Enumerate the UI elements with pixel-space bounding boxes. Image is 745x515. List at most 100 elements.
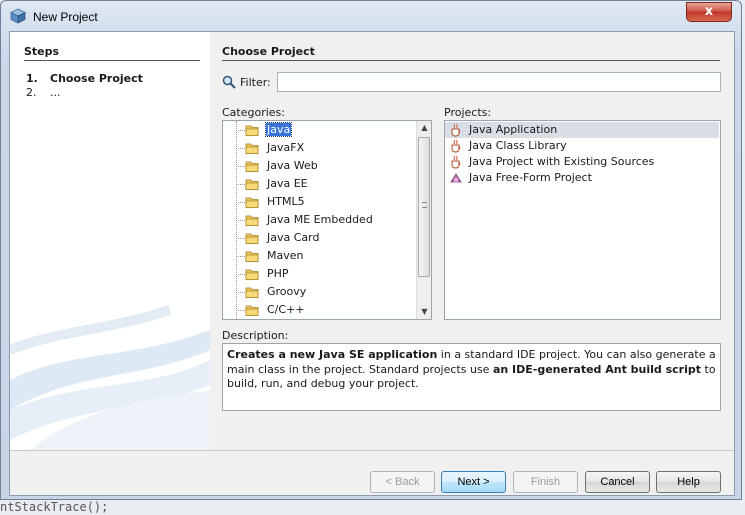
tree-branch-line — [236, 256, 245, 257]
folder-icon — [245, 197, 259, 208]
category-item[interactable]: Maven — [223, 247, 418, 265]
step-item-2: 2.... — [26, 86, 61, 99]
folder-icon — [245, 233, 259, 244]
tree-branch-line — [236, 274, 245, 275]
category-item[interactable]: JavaFX — [223, 139, 418, 157]
tree-branch-line — [236, 220, 245, 221]
title-bar[interactable]: New Project x — [1, 1, 741, 33]
step-label: ... — [50, 86, 61, 99]
category-label: HTML5 — [267, 195, 305, 208]
close-button[interactable]: x — [686, 2, 732, 22]
tree-branch-line — [236, 166, 245, 167]
window-title: New Project — [33, 10, 98, 24]
java-cup-icon — [451, 155, 461, 169]
project-item[interactable]: Java Class Library — [445, 138, 719, 154]
background-code-text: ntStackTrace(); — [0, 500, 109, 514]
folder-icon — [245, 125, 259, 136]
magnifier-icon — [222, 75, 236, 89]
project-item[interactable]: Java Free-Form Project — [445, 170, 719, 186]
java-freeform-project-icon — [450, 173, 462, 183]
folder-icon — [245, 179, 259, 190]
category-item[interactable]: Java Web — [223, 157, 418, 175]
dialog-client-area: Steps 1. Choose Project 2.... Choose Proj… — [9, 31, 735, 496]
category-label: C/C++ — [267, 303, 305, 316]
next-button[interactable]: Next > — [441, 471, 506, 493]
category-item[interactable]: Java ME Embedded — [223, 211, 418, 229]
steps-title: Steps — [24, 45, 60, 58]
category-label: Java Card — [267, 231, 320, 244]
description-bold-1: Creates a new Java SE application — [227, 348, 438, 361]
java-cup-icon — [451, 139, 461, 153]
button-bar: < Back Next > Finish Cancel Help — [10, 450, 734, 495]
scrollbar-thumb[interactable] — [418, 137, 430, 277]
projects-label: Projects: — [444, 106, 492, 119]
categories-label: Categories: — [222, 106, 285, 119]
categories-tree[interactable]: Java JavaFX Java Web Java EE HTML5 Java ME Em… — [222, 120, 432, 320]
new-project-window: New Project x Steps 1. Choose Project 2..… — [0, 0, 742, 500]
folder-icon — [245, 215, 259, 226]
step-number: 1. — [26, 72, 38, 85]
categories-scrollbar[interactable]: ▲ ▼ — [416, 121, 431, 319]
page-title: Choose Project — [222, 45, 315, 58]
step-item-choose-project: 1. Choose Project — [26, 72, 143, 85]
tree-branch-line — [236, 292, 245, 293]
folder-icon — [245, 305, 259, 316]
scroll-down-icon[interactable]: ▼ — [417, 305, 431, 319]
close-icon: x — [704, 4, 714, 19]
category-item[interactable]: PHP — [223, 265, 418, 283]
grip-icon — [422, 202, 427, 208]
step-number: 2. — [26, 86, 37, 99]
cancel-button[interactable]: Cancel — [585, 471, 650, 493]
category-label: Maven — [267, 249, 304, 262]
category-label: Java ME Embedded — [267, 213, 373, 226]
category-item[interactable]: Java Card — [223, 229, 418, 247]
category-label: Java Web — [267, 159, 318, 172]
category-item[interactable]: HTML5 — [223, 193, 418, 211]
steps-divider — [24, 60, 200, 61]
filter-input[interactable] — [277, 72, 721, 92]
category-label: Java EE — [267, 177, 308, 190]
folder-icon — [245, 161, 259, 172]
project-label: Java Class Library — [469, 139, 567, 152]
title-divider — [222, 60, 720, 61]
netbeans-cube-icon — [10, 8, 26, 24]
category-item[interactable]: Java — [223, 121, 418, 139]
tree-branch-line — [236, 148, 245, 149]
projects-list[interactable]: Java Application Java Class Library Java P… — [444, 120, 721, 320]
choose-project-panel: Choose Project Filter: Categories: Java J… — [222, 32, 727, 450]
folder-icon — [245, 287, 259, 298]
description-box: Creates a new Java SE application in a s… — [222, 343, 721, 411]
category-label: Groovy — [267, 285, 307, 298]
steps-panel: Steps 1. Choose Project 2.... — [10, 32, 210, 450]
description-label: Description: — [222, 329, 289, 342]
back-button[interactable]: < Back — [370, 471, 435, 493]
help-button[interactable]: Help — [656, 471, 721, 493]
java-cup-icon — [451, 123, 461, 137]
finish-button[interactable]: Finish — [513, 471, 578, 493]
tree-branch-line — [236, 202, 245, 203]
tree-branch-line — [236, 130, 245, 131]
step-label: Choose Project — [50, 72, 143, 85]
project-item[interactable]: Java Project with Existing Sources — [445, 154, 719, 170]
filter-label: Filter: — [240, 76, 271, 89]
category-label: JavaFX — [267, 141, 305, 154]
project-label: Java Free-Form Project — [469, 171, 592, 184]
project-item[interactable]: Java Application — [445, 122, 719, 138]
filter-row: Filter: — [222, 72, 721, 94]
folder-icon — [245, 269, 259, 280]
tree-branch-line — [236, 238, 245, 239]
category-item[interactable]: C/C++ — [223, 301, 418, 319]
project-label: Java Application — [469, 123, 558, 136]
category-label: PHP — [267, 267, 289, 280]
decorative-swoosh-graphic — [10, 305, 210, 450]
scroll-up-icon[interactable]: ▲ — [417, 121, 431, 135]
category-label: Java — [264, 122, 293, 137]
folder-icon — [245, 251, 259, 262]
tree-branch-line — [236, 310, 245, 311]
category-item[interactable]: Groovy — [223, 283, 418, 301]
description-bold-2: an IDE-generated Ant build script — [492, 362, 702, 376]
tree-branch-line — [236, 184, 245, 185]
project-label: Java Project with Existing Sources — [469, 155, 655, 168]
category-item[interactable]: Java EE — [223, 175, 418, 193]
folder-icon — [245, 143, 259, 154]
